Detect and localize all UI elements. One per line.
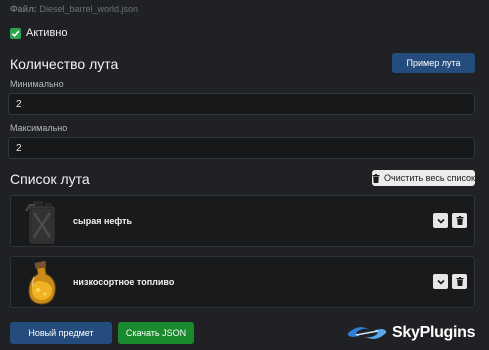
delete-item-button[interactable] xyxy=(452,213,467,228)
chevron-down-icon xyxy=(436,279,445,285)
active-toggle-row[interactable]: Активно xyxy=(10,27,68,39)
download-json-button[interactable]: Скачать JSON xyxy=(118,322,194,344)
expand-button[interactable] xyxy=(433,213,448,228)
loot-item-name: низкосортное топливо xyxy=(73,277,175,287)
max-input[interactable]: 2 xyxy=(8,137,475,159)
max-label: Максимально xyxy=(10,123,68,133)
delete-item-button[interactable] xyxy=(452,274,467,289)
trash-icon xyxy=(456,277,463,286)
file-prefix: Файл: xyxy=(10,4,37,14)
loot-item: низкосортное топливо xyxy=(10,256,475,308)
file-name: Diesel_barrel_world.json xyxy=(39,4,139,14)
chevron-down-icon xyxy=(436,218,445,224)
loot-example-button[interactable]: Пример лута xyxy=(392,53,475,73)
clear-list-label: Очистить весь список xyxy=(384,173,475,183)
file-label: Файл: Diesel_barrel_world.json xyxy=(10,4,138,14)
expand-button[interactable] xyxy=(433,274,448,289)
jerrycan-icon xyxy=(25,201,55,244)
checkmark-icon xyxy=(11,30,20,37)
active-checkbox[interactable] xyxy=(10,27,21,39)
skyplugins-logo xyxy=(347,327,387,339)
loot-item-name: сырая нефть xyxy=(73,216,133,226)
skyplugins-watermark: SkyPlugins xyxy=(346,322,476,344)
new-item-button[interactable]: Новый предмет xyxy=(10,322,112,344)
min-label: Минимально xyxy=(10,79,64,89)
loot-item: сырая нефть xyxy=(10,195,475,247)
min-input[interactable]: 2 xyxy=(8,93,475,115)
clear-list-button[interactable]: Очистить весь список xyxy=(372,170,475,186)
fuel-flask-icon xyxy=(28,261,56,305)
loot-amount-title: Количество лута xyxy=(10,56,119,72)
loot-list-title: Список лута xyxy=(10,171,90,187)
active-label: Активно xyxy=(26,27,68,39)
watermark-text: SkyPlugins xyxy=(392,324,476,341)
trash-icon xyxy=(372,173,380,183)
trash-icon xyxy=(456,216,463,225)
